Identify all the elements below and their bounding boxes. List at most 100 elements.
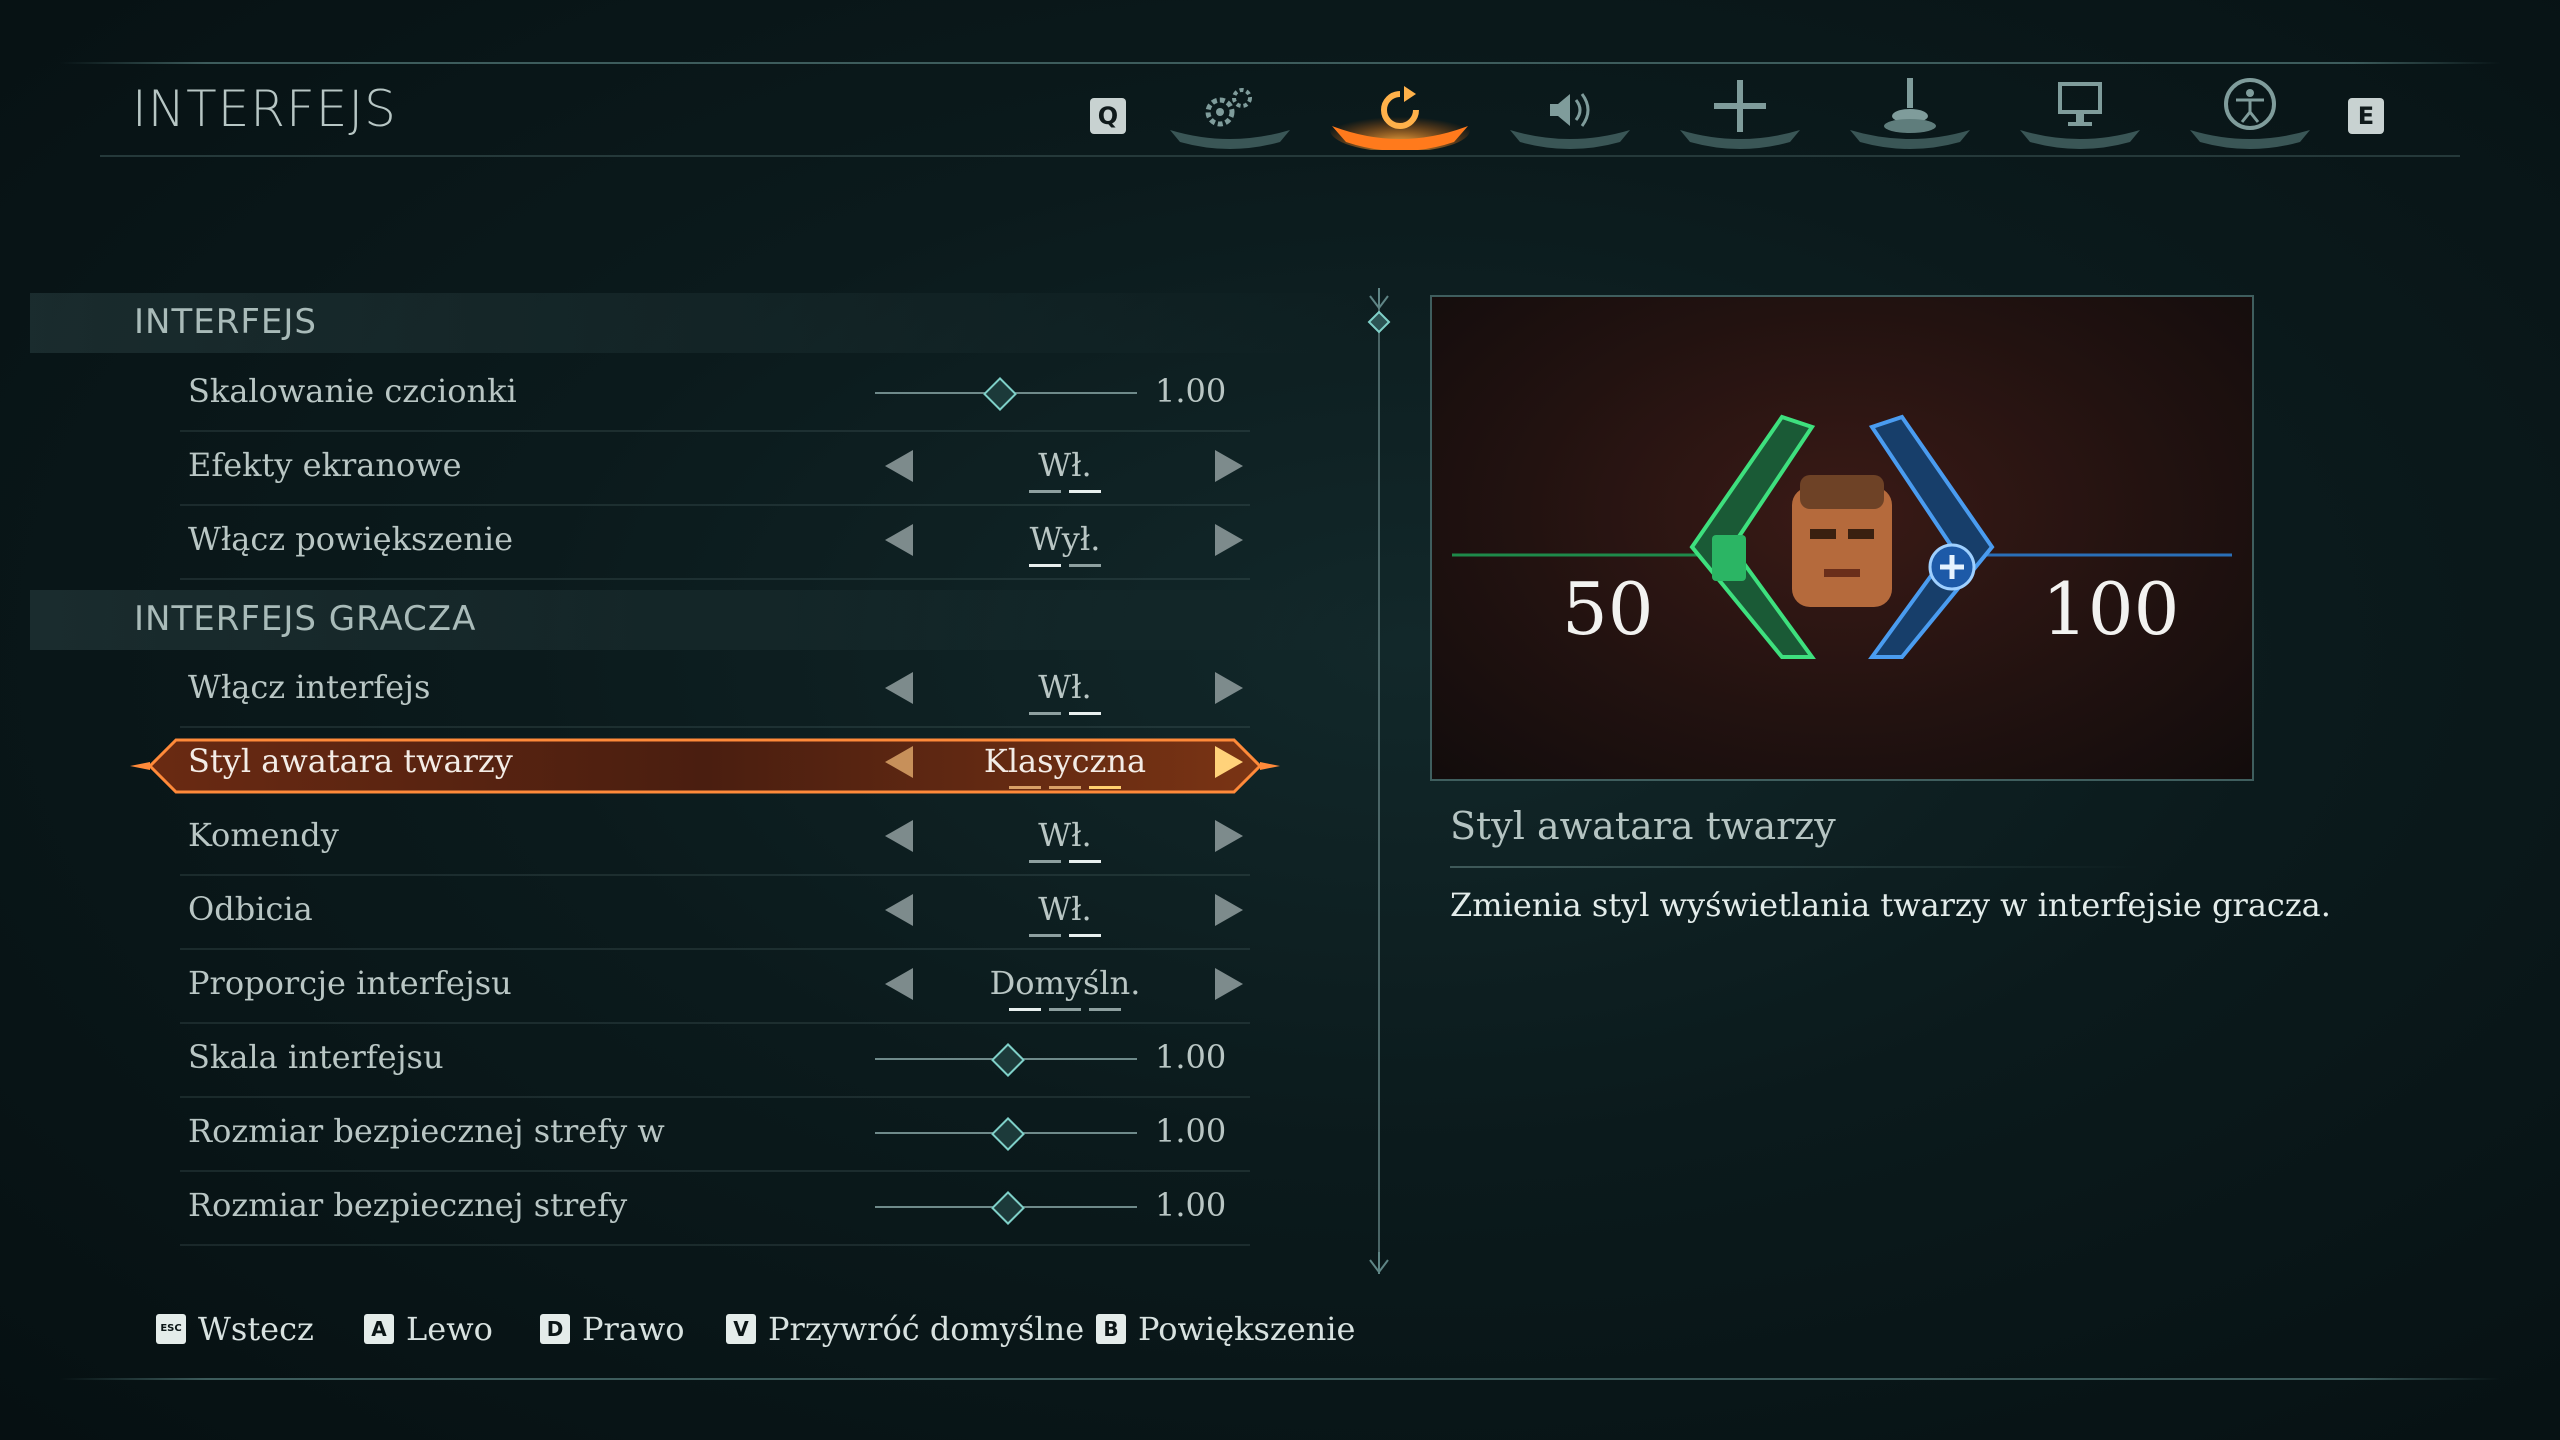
setting-label: Proporcje interfejsu xyxy=(188,964,512,1002)
hint-label: Prawo xyxy=(582,1310,685,1348)
hint-right[interactable]: D Prawo xyxy=(540,1310,685,1354)
arrow-left-icon[interactable] xyxy=(885,672,913,704)
setting-hud-scale[interactable]: Skala interfejsu 1.00 xyxy=(180,1024,1250,1098)
arrow-left-icon[interactable] xyxy=(885,894,913,926)
option-pips xyxy=(995,564,1135,568)
slider-knob[interactable] xyxy=(991,1191,1025,1225)
hint-left[interactable]: A Lewo xyxy=(364,1310,493,1354)
next-tab-key[interactable]: E xyxy=(2348,98,2384,134)
header-divider xyxy=(100,155,2460,157)
arrow-right-icon[interactable] xyxy=(1215,746,1243,778)
description-title: Styl awatara twarzy xyxy=(1450,804,1836,848)
joystick-icon xyxy=(1850,78,1970,149)
section-title-interface: INTERFEJS xyxy=(134,302,317,342)
tab-general[interactable] xyxy=(1160,60,1300,150)
setting-safe-zone-height[interactable]: Rozmiar bezpiecznej strefy 1.00 xyxy=(180,1172,1250,1246)
option-pips xyxy=(995,490,1135,494)
setting-value: Wł. xyxy=(1038,446,1092,484)
slider-knob[interactable] xyxy=(991,1043,1025,1077)
setting-value: Klasyczna xyxy=(983,742,1147,780)
scroll-bottom-ornament-icon xyxy=(1369,1252,1389,1274)
hint-label: Przywróć domyślne xyxy=(768,1310,1085,1348)
esc-key-icon: ESC xyxy=(156,1314,186,1344)
crosshair-icon xyxy=(1680,80,1800,149)
setting-label: Odbicia xyxy=(188,890,313,928)
health-value: 100 xyxy=(2042,567,2180,651)
armor-value: 50 xyxy=(1562,567,1654,651)
tab-audio[interactable] xyxy=(1500,60,1640,150)
setting-hud-aspect[interactable]: Proporcje interfejsu Domyśln. xyxy=(180,950,1250,1024)
option-pips xyxy=(995,860,1135,864)
hint-label: Powiększenie xyxy=(1138,1310,1356,1348)
setting-reflections[interactable]: Odbicia Wł. xyxy=(180,876,1250,950)
accessibility-icon xyxy=(2190,78,2310,149)
d-key-icon: D xyxy=(540,1314,570,1344)
v-key-icon: V xyxy=(726,1314,756,1344)
setting-label: Włącz powiększenie xyxy=(188,520,513,558)
setting-enable-zoom[interactable]: Włącz powiększenie Wył. xyxy=(180,506,1250,580)
setting-value: Wył. xyxy=(1029,520,1101,558)
arrow-left-icon[interactable] xyxy=(885,524,913,556)
setting-commands[interactable]: Komendy Wł. xyxy=(180,802,1250,876)
arrow-right-icon[interactable] xyxy=(1215,672,1243,704)
slider-value: 1.00 xyxy=(1155,1186,1227,1224)
setting-label: Rozmiar bezpiecznej strefy xyxy=(188,1186,628,1224)
setting-label: Włącz interfejs xyxy=(188,668,431,706)
tab-interface[interactable] xyxy=(1320,60,1470,150)
option-pips xyxy=(995,1008,1135,1012)
hint-restore-defaults[interactable]: V Przywróć domyślne xyxy=(726,1310,1084,1354)
tab-display[interactable] xyxy=(2010,60,2150,150)
setting-enable-hud[interactable]: Włącz interfejs Wł. xyxy=(180,654,1250,728)
arrow-right-icon[interactable] xyxy=(1215,820,1243,852)
setting-label: Skalowanie czcionki xyxy=(188,372,517,410)
slider-value: 1.00 xyxy=(1155,372,1227,410)
setting-value: Domyśln. xyxy=(989,964,1141,1002)
setting-label: Komendy xyxy=(188,816,339,854)
section-title-player-interface: INTERFEJS GRACZA xyxy=(134,599,477,639)
setting-screen-effects[interactable]: Efekty ekranowe Wł. xyxy=(180,432,1250,506)
setting-value: Wł. xyxy=(1038,816,1092,854)
tab-gamepad[interactable] xyxy=(1840,60,1980,150)
monitor-icon xyxy=(2020,82,2140,149)
arrow-right-icon[interactable] xyxy=(1215,524,1243,556)
hint-label: Wstecz xyxy=(198,1310,314,1348)
hint-back[interactable]: ESC Wstecz xyxy=(156,1310,314,1354)
setting-label: Styl awatara twarzy xyxy=(188,742,513,780)
setting-safe-zone-width[interactable]: Rozmiar bezpiecznej strefy w 1.00 xyxy=(180,1098,1250,1172)
hint-zoom[interactable]: B Powiększenie xyxy=(1096,1310,1355,1354)
arrow-left-icon[interactable] xyxy=(885,746,913,778)
option-pips xyxy=(995,712,1135,716)
option-pips xyxy=(995,934,1135,938)
slider-value: 1.00 xyxy=(1155,1038,1227,1076)
arrow-left-icon[interactable] xyxy=(885,450,913,482)
prev-tab-key[interactable]: Q xyxy=(1090,98,1126,134)
tab-accessibility[interactable] xyxy=(2180,60,2320,150)
setting-label: Skala interfejsu xyxy=(188,1038,444,1076)
a-key-icon: A xyxy=(364,1314,394,1344)
setting-face-avatar-style[interactable]: Styl awatara twarzy Klasyczna xyxy=(180,728,1250,800)
arrow-right-icon[interactable] xyxy=(1215,894,1243,926)
arrow-right-icon[interactable] xyxy=(1215,968,1243,1000)
arrow-right-icon[interactable] xyxy=(1215,450,1243,482)
category-tabs: Q E xyxy=(1080,60,2420,150)
slider-knob[interactable] xyxy=(991,1117,1025,1151)
arrow-left-icon[interactable] xyxy=(885,968,913,1000)
setting-font-scale[interactable]: Skalowanie czcionki 1.00 xyxy=(180,358,1250,432)
list-scrollbar[interactable] xyxy=(1378,300,1380,1260)
tab-controls[interactable] xyxy=(1670,60,1810,150)
description-divider xyxy=(1450,866,2140,868)
setting-label: Efekty ekranowe xyxy=(188,446,462,484)
preview-panel: 50 100 xyxy=(1430,295,2254,781)
slider-value: 1.00 xyxy=(1155,1112,1227,1150)
scroll-top-ornament-icon xyxy=(1367,288,1391,334)
hint-label: Lewo xyxy=(406,1310,493,1348)
speaker-icon xyxy=(1510,93,1630,149)
gears-icon xyxy=(1170,88,1290,149)
page-title: INTERFEJS xyxy=(132,80,397,138)
arrow-left-icon[interactable] xyxy=(885,820,913,852)
setting-label: Rozmiar bezpiecznej strefy w xyxy=(188,1112,665,1150)
setting-value: Wł. xyxy=(1038,668,1092,706)
setting-value: Wł. xyxy=(1038,890,1092,928)
frame-bottom-line xyxy=(60,1378,2500,1380)
slider-knob[interactable] xyxy=(983,377,1017,411)
